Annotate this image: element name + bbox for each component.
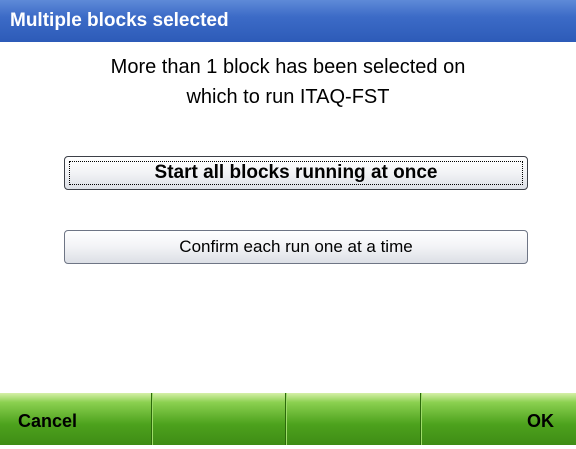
start-all-blocks-label: Start all blocks running at once — [155, 162, 438, 183]
dialog-message: More than 1 block has been selected on w… — [0, 52, 576, 112]
softkey-bar: Cancel OK — [0, 393, 576, 445]
cancel-softkey[interactable]: Cancel — [0, 393, 152, 445]
softkey-center-left[interactable] — [152, 393, 287, 445]
message-line-1: More than 1 block has been selected on — [0, 52, 576, 82]
ok-softkey[interactable]: OK — [421, 393, 576, 445]
start-all-blocks-button[interactable]: Start all blocks running at once — [64, 156, 528, 190]
dialog-title: Multiple blocks selected — [0, 0, 576, 42]
softkey-center-right[interactable] — [286, 393, 421, 445]
confirm-each-run-button[interactable]: Confirm each run one at a time — [64, 230, 528, 264]
confirm-each-run-label: Confirm each run one at a time — [179, 237, 412, 256]
message-line-2: which to run ITAQ-FST — [0, 82, 576, 112]
